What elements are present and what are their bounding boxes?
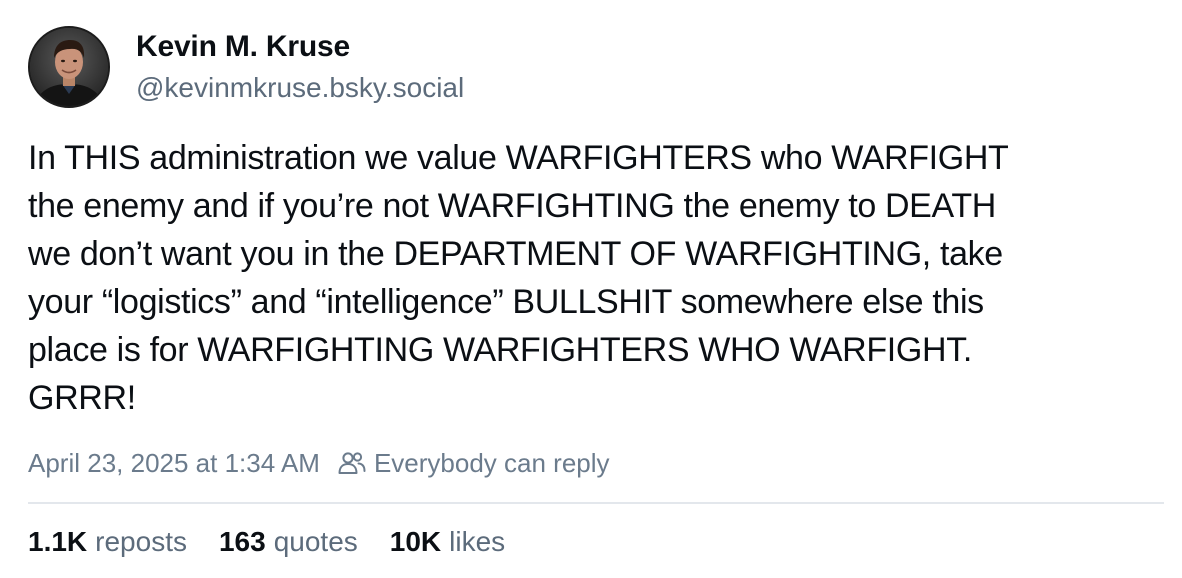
divider — [28, 502, 1164, 504]
engagement-stats: 1.1K reposts 163 quotes 10K likes — [28, 526, 537, 558]
likes-stat[interactable]: 10K likes — [390, 526, 505, 558]
quotes-count: 163 — [218, 526, 266, 557]
reposts-label: reposts — [95, 526, 187, 557]
quotes-stat[interactable]: 163 quotes — [219, 526, 358, 558]
likes-count: 10K — [389, 526, 442, 557]
reposts-stat[interactable]: 1.1K reposts — [28, 526, 187, 558]
post-card: Kevin M. Kruse @kevinmkruse.bsky.social … — [0, 0, 1182, 578]
reply-setting: Everybody can reply — [373, 447, 610, 478]
quotes-label: quotes — [273, 526, 358, 557]
reposts-count: 1.1K — [28, 526, 88, 557]
author-display-name[interactable]: Kevin M. Kruse — [136, 30, 350, 64]
people-icon — [338, 450, 366, 476]
avatar[interactable] — [28, 26, 110, 108]
post-meta: April 23, 2025 at 1:34 AM Everybody can … — [28, 446, 610, 480]
post-timestamp[interactable]: April 23, 2025 at 1:34 AM — [28, 448, 320, 479]
avatar-photo — [30, 28, 108, 106]
post-text: In THIS administration we value WARFIGHT… — [28, 139, 1009, 417]
likes-label: likes — [449, 526, 506, 557]
author-handle[interactable]: @kevinmkruse.bsky.social — [136, 72, 464, 104]
